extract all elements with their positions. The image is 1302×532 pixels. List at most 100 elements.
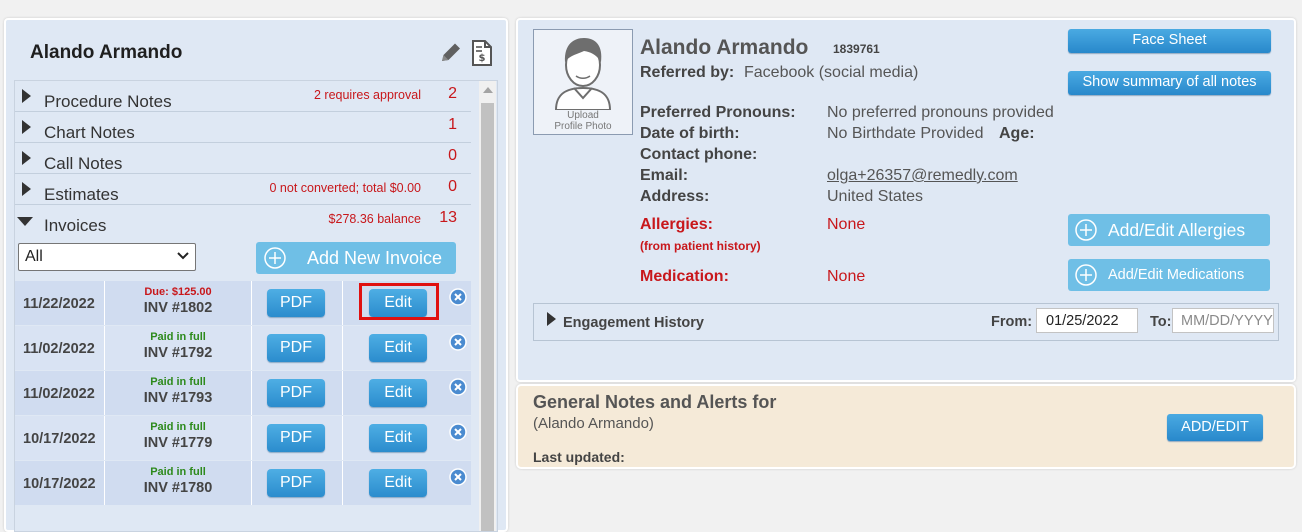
general-notes-patient: (Alando Armando) bbox=[533, 415, 654, 432]
scroll-up-arrow-icon[interactable] bbox=[483, 87, 493, 93]
show-summary-button[interactable]: Show summary of all notes bbox=[1068, 71, 1271, 95]
invoice-edit-button[interactable]: Edit bbox=[369, 379, 427, 407]
invoice-pdf-button[interactable]: PDF bbox=[267, 334, 325, 362]
section-label: Invoices bbox=[44, 216, 107, 235]
section-estimates[interactable]: Estimates 0 not converted; total $0.00 0 bbox=[15, 174, 471, 205]
invoice-edit-button[interactable]: Edit bbox=[369, 424, 427, 452]
invoice-status: Paid in full bbox=[150, 466, 206, 478]
email-link[interactable]: olga+26357@remedly.com bbox=[827, 167, 1018, 185]
patient-id: 1839761 bbox=[833, 42, 880, 56]
from-date-label: From: bbox=[991, 314, 1033, 330]
section-chart-notes[interactable]: Chart Notes 1 bbox=[15, 112, 471, 143]
delete-x-icon[interactable] bbox=[449, 423, 467, 441]
face-sheet-button[interactable]: Face Sheet bbox=[1068, 29, 1271, 53]
add-edit-notes-button[interactable]: ADD/EDIT bbox=[1167, 414, 1263, 441]
expand-triangle-icon bbox=[22, 89, 31, 103]
invoice-row: 10/17/2022 Paid in full INV #1779 PDF Ed… bbox=[15, 416, 471, 460]
invoice-status: Paid in full bbox=[150, 421, 206, 433]
delete-x-icon[interactable] bbox=[449, 333, 467, 351]
invoice-filter-value: All bbox=[25, 248, 43, 265]
invoice-edit-button[interactable]: Edit bbox=[369, 469, 427, 497]
invoice-pdf-button[interactable]: PDF bbox=[267, 469, 325, 497]
profile-name: Alando Armando bbox=[640, 36, 809, 59]
invoice-number: INV #1792 bbox=[143, 345, 213, 361]
plus-circle-icon bbox=[1075, 264, 1097, 286]
section-label: Chart Notes bbox=[44, 123, 135, 142]
general-notes-panel: General Notes and Alerts for (Alando Arm… bbox=[516, 384, 1296, 469]
from-date-input[interactable]: 01/25/2022 bbox=[1036, 308, 1138, 333]
section-label: Call Notes bbox=[44, 154, 123, 173]
delete-x-icon[interactable] bbox=[449, 288, 467, 306]
invoice-number: INV #1802 bbox=[143, 300, 213, 316]
section-count: 0 bbox=[448, 147, 457, 164]
delete-x-icon[interactable] bbox=[449, 468, 467, 486]
billing-document-icon[interactable]: $ bbox=[471, 40, 493, 66]
contact-phone-label: Contact phone: bbox=[640, 146, 758, 163]
add-edit-allergies-label: Add/Edit Allergies bbox=[1108, 220, 1246, 240]
dob-value: No Birthdate Provided bbox=[827, 125, 984, 142]
add-edit-medications-button[interactable]: Add/Edit Medications bbox=[1068, 259, 1270, 291]
add-new-invoice-button[interactable]: Add New Invoice bbox=[256, 242, 456, 274]
upload-photo-caption: Upload Profile Photo bbox=[534, 110, 632, 132]
section-count: 1 bbox=[448, 116, 457, 133]
section-count: 13 bbox=[439, 209, 457, 226]
edit-button-highlight bbox=[359, 283, 439, 320]
section-note: $278.36 balance bbox=[328, 212, 421, 226]
invoice-status: Paid in full bbox=[150, 376, 206, 388]
invoice-date: 11/22/2022 bbox=[23, 296, 95, 312]
invoice-row: 11/22/2022 Due: $125.00 INV #1802 PDF Ed… bbox=[15, 281, 471, 325]
invoice-pdf-button[interactable]: PDF bbox=[267, 289, 325, 317]
invoice-date: 10/17/2022 bbox=[23, 476, 96, 492]
referred-by-value: Facebook (social media) bbox=[744, 64, 919, 81]
plus-circle-icon bbox=[264, 247, 286, 269]
invoice-filter-select[interactable]: All bbox=[18, 243, 196, 271]
section-procedure-notes[interactable]: Procedure Notes 2 requires approval 2 bbox=[15, 81, 471, 112]
pronouns-value: No preferred pronouns provided bbox=[827, 104, 1054, 121]
patient-sections-list: Procedure Notes 2 requires approval 2 Ch… bbox=[14, 80, 498, 532]
delete-x-icon[interactable] bbox=[449, 378, 467, 396]
add-new-invoice-label: Add New Invoice bbox=[307, 248, 443, 268]
expand-triangle-icon bbox=[22, 151, 31, 165]
expand-triangle-icon bbox=[547, 312, 556, 326]
invoice-number: INV #1793 bbox=[143, 390, 213, 406]
invoice-number: INV #1779 bbox=[143, 435, 213, 451]
invoice-status: Paid in full bbox=[150, 331, 206, 343]
plus-circle-icon bbox=[1075, 219, 1097, 241]
sections-scrollbar[interactable] bbox=[479, 81, 496, 531]
medication-value: None bbox=[827, 268, 866, 285]
referred-by-label: Referred by: bbox=[640, 64, 735, 81]
svg-text:$: $ bbox=[479, 53, 486, 64]
invoice-date: 11/02/2022 bbox=[23, 341, 95, 357]
to-date-label: To: bbox=[1150, 314, 1172, 330]
invoice-date: 11/02/2022 bbox=[23, 386, 95, 402]
allergies-source-note: (from patient history) bbox=[640, 239, 761, 253]
last-updated-label: Last updated: bbox=[533, 449, 625, 465]
section-label: Estimates bbox=[44, 185, 119, 204]
expand-triangle-icon bbox=[22, 182, 31, 196]
section-count: 2 bbox=[448, 85, 457, 102]
to-date-input[interactable]: MM/DD/YYYY bbox=[1172, 308, 1274, 333]
invoice-edit-button[interactable]: Edit bbox=[369, 334, 427, 362]
invoice-number: INV #1780 bbox=[143, 480, 213, 496]
chevron-down-icon bbox=[177, 252, 189, 260]
invoice-status: Due: $125.00 bbox=[144, 286, 212, 298]
engagement-history-section[interactable]: Engagement History From: 01/25/2022 To: … bbox=[533, 303, 1279, 341]
section-count: 0 bbox=[448, 178, 457, 195]
engagement-history-label: Engagement History bbox=[563, 315, 704, 331]
medication-label: Medication: bbox=[640, 268, 729, 285]
section-invoices[interactable]: Invoices $278.36 balance 13 bbox=[15, 205, 471, 235]
pencil-edit-icon[interactable] bbox=[438, 40, 464, 66]
invoice-pdf-button[interactable]: PDF bbox=[267, 379, 325, 407]
section-call-notes[interactable]: Call Notes 0 bbox=[15, 143, 471, 174]
upload-profile-photo[interactable]: Upload Profile Photo bbox=[533, 29, 633, 135]
general-notes-title: General Notes and Alerts for bbox=[533, 392, 777, 412]
add-edit-allergies-button[interactable]: Add/Edit Allergies bbox=[1068, 214, 1270, 246]
patient-profile-panel: Upload Profile Photo Alando Armando 1839… bbox=[516, 18, 1296, 382]
upload-caption-line: Upload bbox=[567, 110, 599, 121]
scrollbar-thumb[interactable] bbox=[481, 103, 494, 531]
allergies-value: None bbox=[827, 216, 866, 233]
invoice-pdf-button[interactable]: PDF bbox=[267, 424, 325, 452]
section-label: Procedure Notes bbox=[44, 92, 172, 111]
dob-label: Date of birth: bbox=[640, 125, 740, 142]
patient-name: Alando Armando bbox=[30, 42, 183, 63]
